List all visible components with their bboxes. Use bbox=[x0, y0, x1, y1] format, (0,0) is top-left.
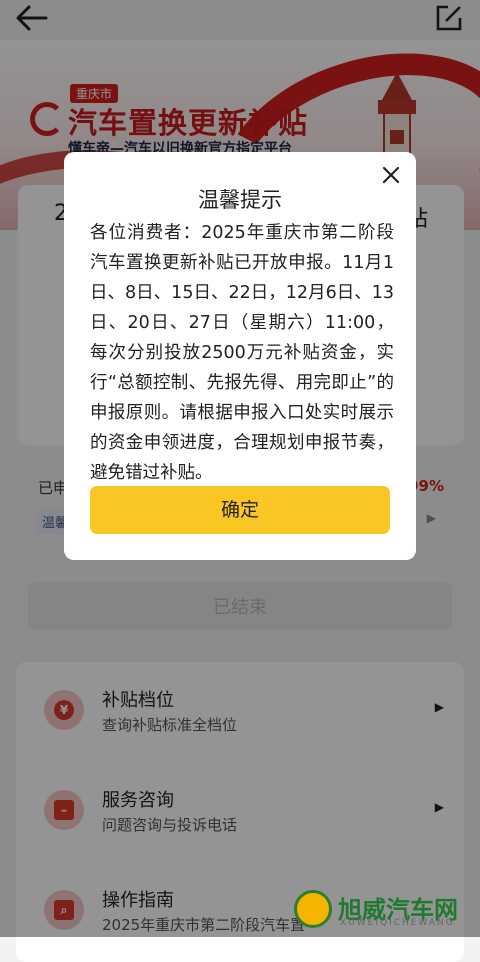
dialog-message: 各位消费者：2025年重庆市第二阶段汽车置换更新补贴已开放申报。11月1日、8日… bbox=[90, 223, 394, 483]
notice-dialog: 温馨提示 各位消费者：2025年重庆市第二阶段汽车置换更新补贴已开放申报。11月… bbox=[64, 152, 416, 560]
confirm-button[interactable]: 确定 bbox=[90, 486, 390, 534]
dialog-title: 温馨提示 bbox=[198, 188, 282, 212]
watermark-logo-icon bbox=[294, 890, 332, 928]
site-watermark: 旭威汽车网 XUWEIQICHEWANG bbox=[294, 888, 472, 934]
watermark-subtext: XUWEIQICHEWANG bbox=[340, 918, 455, 928]
